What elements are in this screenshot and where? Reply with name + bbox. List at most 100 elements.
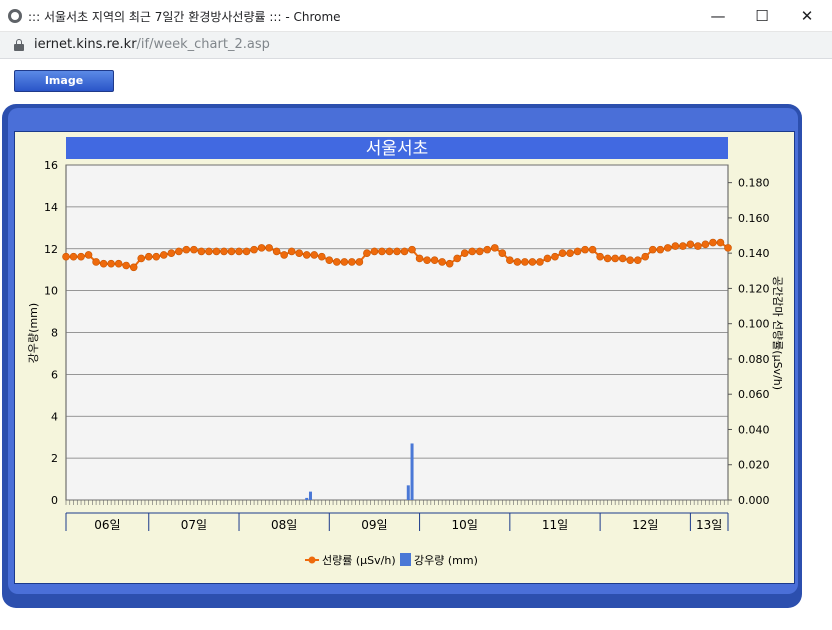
- dose-point: [378, 247, 386, 256]
- dose-point: [475, 247, 484, 256]
- dose-point: [596, 252, 604, 261]
- right-tick-label: 0.120: [738, 282, 770, 295]
- dose-point: [250, 245, 258, 254]
- dose-point: [430, 256, 439, 265]
- rain-bar: [305, 497, 309, 500]
- dose-point: [227, 247, 236, 256]
- dose-point: [272, 247, 281, 256]
- right-tick-label: 0.060: [738, 388, 770, 401]
- dose-point: [521, 258, 529, 266]
- left-axis-label: 강우량(mm): [27, 303, 40, 363]
- left-tick-label: 8: [51, 327, 58, 340]
- dose-point: [709, 238, 717, 247]
- left-tick-label: 2: [51, 452, 58, 465]
- dose-point: [460, 249, 469, 257]
- dose-point: [453, 254, 461, 263]
- dose-point: [152, 252, 161, 261]
- dose-point: [122, 261, 130, 270]
- left-tick-label: 12: [44, 243, 58, 256]
- dose-point: [408, 245, 416, 254]
- dose-point: [611, 254, 619, 263]
- dose-point: [415, 254, 424, 263]
- dose-point: [626, 256, 635, 265]
- dose-point: [701, 240, 710, 249]
- dose-point: [716, 238, 725, 247]
- dose-point: [265, 244, 273, 252]
- right-tick-label: 0.160: [738, 212, 770, 225]
- dose-point: [212, 247, 221, 256]
- dose-point: [295, 249, 304, 257]
- dose-point: [573, 247, 582, 256]
- dose-point: [333, 258, 341, 266]
- legend-dose-label: 선량률 (μSv/h): [322, 554, 396, 567]
- dose-point: [385, 247, 394, 256]
- left-tick-label: 0: [51, 494, 58, 507]
- dose-point: [190, 245, 198, 254]
- dose-point: [242, 247, 251, 256]
- left-tick-label: 10: [44, 285, 58, 298]
- rain-bar: [406, 485, 410, 500]
- right-tick-label: 0.180: [738, 177, 770, 190]
- dose-point: [483, 245, 492, 254]
- day-label: 06일: [94, 518, 120, 532]
- rain-bar: [308, 491, 312, 500]
- dose-point: [513, 258, 522, 266]
- dose-point: [551, 252, 559, 261]
- left-tick-label: 16: [44, 159, 58, 172]
- dose-point: [686, 240, 695, 249]
- chart-title: 서울서초: [366, 139, 429, 159]
- day-label: 10일: [452, 518, 478, 532]
- right-tick-label: 0.100: [738, 318, 770, 331]
- dose-point: [144, 252, 153, 261]
- dose-point: [566, 249, 574, 257]
- dose-point: [648, 245, 657, 254]
- dose-point: [92, 258, 100, 266]
- dose-point: [588, 245, 597, 254]
- day-label: 12일: [632, 518, 658, 532]
- dose-point: [363, 249, 371, 257]
- right-tick-label: 0.020: [738, 459, 770, 472]
- dose-point: [528, 258, 537, 266]
- dose-point: [84, 251, 93, 259]
- dose-point: [558, 249, 567, 257]
- right-axis-label: 공간감마 선량률(μSv/h): [771, 276, 784, 390]
- dose-point: [77, 252, 85, 261]
- dose-point: [235, 247, 243, 256]
- dose-point: [280, 251, 288, 259]
- dose-point: [694, 242, 702, 250]
- dose-point: [490, 244, 499, 252]
- dose-point: [671, 242, 680, 250]
- dose-point: [641, 252, 650, 261]
- dose-point: [310, 251, 319, 259]
- dose-point: [257, 244, 266, 252]
- dose-point: [445, 259, 454, 268]
- dose-point: [543, 254, 552, 263]
- dose-point: [348, 258, 356, 266]
- dose-point: [197, 247, 206, 256]
- legend-rain-label: 강우량 (mm): [414, 554, 478, 567]
- dose-point: [724, 244, 732, 252]
- dose-point: [159, 251, 168, 259]
- dose-point: [370, 247, 379, 256]
- left-tick-label: 6: [51, 368, 58, 381]
- left-tick-label: 14: [44, 201, 58, 214]
- dose-point: [506, 256, 514, 265]
- right-tick-label: 0.140: [738, 247, 770, 260]
- rain-bar: [410, 443, 414, 500]
- dose-point: [302, 251, 311, 259]
- dose-point: [137, 254, 146, 263]
- dose-point: [468, 247, 477, 256]
- dose-point: [618, 254, 627, 263]
- dose-point: [423, 256, 431, 265]
- dose-point: [340, 258, 349, 266]
- dose-point: [581, 245, 589, 254]
- dose-point: [317, 252, 326, 261]
- left-tick-label: 4: [51, 410, 58, 423]
- dose-point: [220, 247, 228, 256]
- dose-point: [400, 247, 409, 256]
- day-label: 09일: [361, 518, 387, 532]
- right-tick-label: 0.080: [738, 353, 770, 366]
- day-label: 13일: [696, 518, 722, 532]
- day-label: 08일: [271, 518, 297, 532]
- dose-point: [536, 258, 544, 266]
